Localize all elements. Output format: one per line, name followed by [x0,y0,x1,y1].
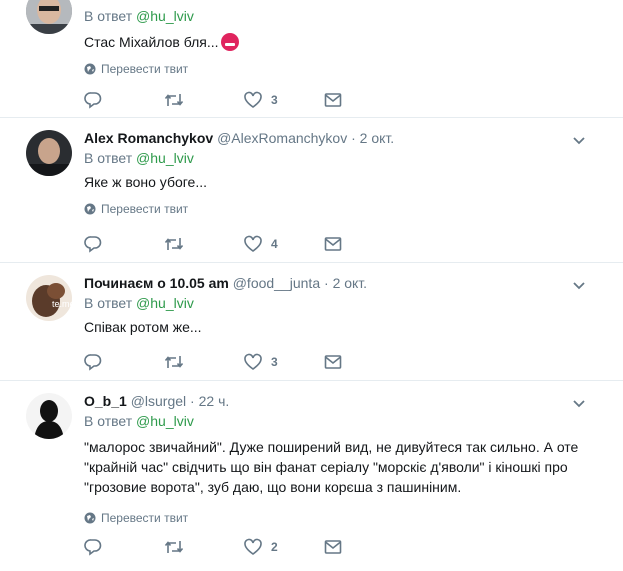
message-button[interactable] [324,92,404,108]
heart-icon [244,353,262,370]
heart-icon [244,91,262,108]
reply-button[interactable] [84,91,164,109]
separator: · [190,393,195,409]
author-name[interactable]: O_b_1 [84,393,127,409]
reply-to-link[interactable]: @hu_lviv [136,150,194,166]
tweet-text: Співак ротом же... [84,319,202,335]
heart-icon [244,235,262,252]
message-button[interactable] [324,236,404,252]
reply-button[interactable] [84,235,164,253]
envelope-icon [324,237,342,251]
envelope-icon [324,93,342,107]
separator: · [351,130,356,146]
person-photo-icon [26,0,72,34]
like-button[interactable]: 3 [244,353,324,371]
reply-prefix: В ответ [84,413,133,429]
reply-icon [84,539,102,556]
message-button[interactable] [324,354,404,370]
retweet-button[interactable] [164,235,244,253]
reply-context: В ответ @hu_lviv [84,411,603,431]
translate-link[interactable]: Перевести твит [84,62,603,76]
like-count: 4 [271,237,278,251]
retweet-button[interactable] [164,538,244,556]
message-button[interactable] [324,539,404,555]
reply-to-link[interactable]: @hu_lviv [136,295,194,311]
reply-prefix: В ответ [84,8,133,24]
retweet-button[interactable] [164,353,244,371]
tweet-text: Яке ж воно убоге... [84,174,208,190]
reply-to-link[interactable]: @hu_lviv [136,8,194,24]
reply-context: В ответ @hu_lviv [84,148,603,168]
tweet-divider [0,117,623,118]
tweet-header: O_b_1 @lsurgel · 22 ч. [84,391,603,411]
globe-icon [84,512,96,524]
reply-button[interactable] [84,538,164,556]
reply-button[interactable] [84,353,164,371]
tweet-divider [0,380,623,381]
avatar[interactable] [26,393,72,439]
avatar[interactable] [26,0,72,34]
globe-icon [84,203,96,215]
retweet-icon [164,94,184,106]
person-photo-icon [26,130,72,176]
translate-link[interactable]: Перевести твит [84,511,603,525]
timestamp[interactable]: 2 окт. [333,275,368,291]
author-handle[interactable]: @food__junta [233,275,320,291]
avatar[interactable]: te.me [26,275,72,321]
reply-to-link[interactable]: @hu_lviv [136,413,194,429]
tweet-divider [0,262,623,263]
separator: · [324,275,329,291]
reply-prefix: В ответ [84,295,133,311]
reply-prefix: В ответ [84,150,133,166]
cartoon-photo-icon: te.me [26,275,72,321]
svg-text:te.me: te.me [52,299,72,309]
tweet-text: "малорос звичайний". Дуже поширений вид,… [84,439,579,495]
retweet-icon [164,356,184,368]
reply-icon [84,236,102,253]
author-name[interactable]: Починаєм о 10.05 am [84,275,229,291]
reply-context: В ответ @hu_lviv [84,293,603,313]
heart-icon [244,538,262,555]
like-button[interactable]: 3 [244,91,324,109]
timestamp[interactable]: 2 окт. [360,130,395,146]
envelope-icon [324,540,342,554]
author-name[interactable]: Alex Romanchykov [84,130,213,146]
retweet-icon [164,541,184,553]
reply-icon [84,354,102,371]
author-handle[interactable]: @AlexRomanchykov [217,130,347,146]
avatar[interactable] [26,130,72,176]
reply-context: В ответ @hu_lviv [84,6,603,26]
retweet-icon [164,238,184,250]
like-count: 2 [271,540,278,554]
like-count: 3 [271,93,278,107]
envelope-icon [324,355,342,369]
retweet-button[interactable] [164,91,244,109]
silhouette-photo-icon [26,393,72,439]
like-count: 3 [271,355,278,369]
like-button[interactable]: 2 [244,538,324,556]
reply-icon [84,92,102,109]
like-button[interactable]: 4 [244,235,324,253]
author-handle[interactable]: @lsurgel [131,393,186,409]
translate-link[interactable]: Перевести твит [84,202,603,216]
tweet-header: Починаєм о 10.05 am @food__junta · 2 окт… [84,273,603,293]
tweet-text: Стас Міхайлов бля... [84,32,603,52]
timestamp[interactable]: 22 ч. [199,393,230,409]
globe-icon [84,63,96,75]
tweet-header: Alex Romanchykov @AlexRomanchykov · 2 ок… [84,128,603,148]
angry-face-icon [220,33,239,51]
